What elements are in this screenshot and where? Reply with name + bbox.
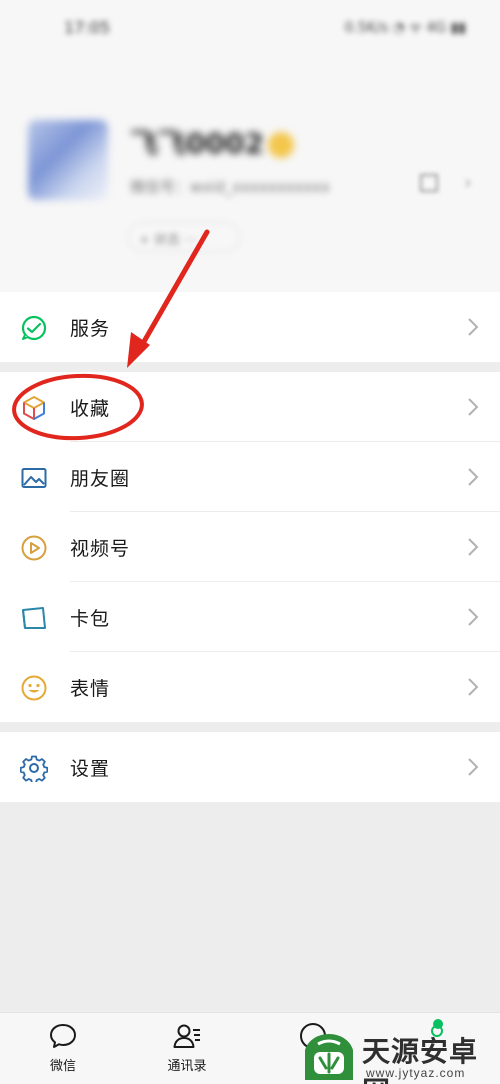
menu-item-label: 视频号 bbox=[70, 538, 131, 560]
status-button[interactable]: + 状态 ··· bbox=[128, 222, 240, 252]
cube-icon bbox=[23, 396, 45, 420]
tab-label: 通讯录 bbox=[167, 1059, 207, 1074]
play-circle-icon bbox=[21, 535, 47, 561]
services-card: 服务 bbox=[0, 292, 500, 362]
chevron-right-icon bbox=[468, 608, 479, 626]
chevron-right-icon: › bbox=[464, 170, 472, 194]
chevron-right-icon bbox=[468, 538, 479, 556]
main-menu-card: 收藏 朋友圈 视频号 卡包 表情 bbox=[0, 372, 500, 722]
profile-wxid: 微信号：wxid_xxxxxxxxxxx bbox=[130, 178, 330, 196]
menu-item-services[interactable]: 服务 bbox=[0, 292, 500, 362]
menu-item-stickers[interactable]: 表情 bbox=[0, 652, 500, 722]
chevron-right-icon bbox=[468, 318, 479, 336]
menu-item-moments[interactable]: 朋友圈 bbox=[0, 442, 500, 512]
tab-label: 微信 bbox=[49, 1059, 76, 1074]
watermark-logo bbox=[305, 1034, 353, 1080]
menu-item-label: 设置 bbox=[70, 758, 111, 780]
menu-item-channels[interactable]: 视频号 bbox=[0, 512, 500, 582]
status-icons: 0.5K/s ◔ ᯤ 4G ▮▮ bbox=[344, 20, 466, 36]
chevron-right-icon bbox=[468, 398, 479, 416]
avatar[interactable] bbox=[28, 120, 108, 200]
menu-item-label: 服务 bbox=[70, 318, 111, 340]
chat-bubble-icon bbox=[50, 1024, 76, 1048]
menu-item-label: 朋友圈 bbox=[70, 468, 131, 490]
menu-item-label: 收藏 bbox=[70, 398, 111, 420]
watermark-url: www.jytyaz.com bbox=[366, 1066, 466, 1080]
card-icon bbox=[22, 607, 46, 629]
menu-item-label: 卡包 bbox=[70, 608, 111, 630]
chevron-right-icon bbox=[468, 678, 479, 696]
smile-icon bbox=[21, 675, 47, 701]
gear-icon bbox=[20, 755, 48, 782]
tab-chats[interactable]: 微信 bbox=[18, 1021, 108, 1081]
unread-dot bbox=[433, 1019, 443, 1029]
menu-item-cards[interactable]: 卡包 bbox=[0, 582, 500, 652]
profile-nickname: 飞飞0002 bbox=[130, 122, 294, 162]
status-time: 17:05 bbox=[64, 18, 111, 37]
profile-header[interactable]: 飞飞0002 微信号：wxid_xxxxxxxxxxx › + 状态 ··· bbox=[0, 60, 500, 292]
contacts-icon bbox=[173, 1024, 200, 1048]
menu-item-settings[interactable]: 设置 bbox=[0, 732, 500, 802]
tab-contacts[interactable]: 通讯录 bbox=[142, 1021, 232, 1081]
menu-item-favorites[interactable]: 收藏 bbox=[0, 372, 500, 442]
wechat-pay-icon bbox=[21, 315, 47, 341]
watermark: 天源安卓网 www.jytyaz.com bbox=[300, 1030, 500, 1084]
chevron-right-icon bbox=[468, 758, 479, 776]
status-bar: 17:05 0.5K/s ◔ ᯤ 4G ▮▮ bbox=[0, 0, 500, 60]
menu-item-label: 表情 bbox=[70, 678, 111, 700]
emoji-icon bbox=[267, 132, 294, 158]
nickname-text: 飞飞0002 bbox=[130, 127, 264, 160]
image-icon bbox=[21, 468, 47, 488]
chevron-right-icon bbox=[468, 468, 479, 486]
qr-code-icon[interactable] bbox=[420, 174, 438, 192]
settings-card: 设置 bbox=[0, 732, 500, 802]
